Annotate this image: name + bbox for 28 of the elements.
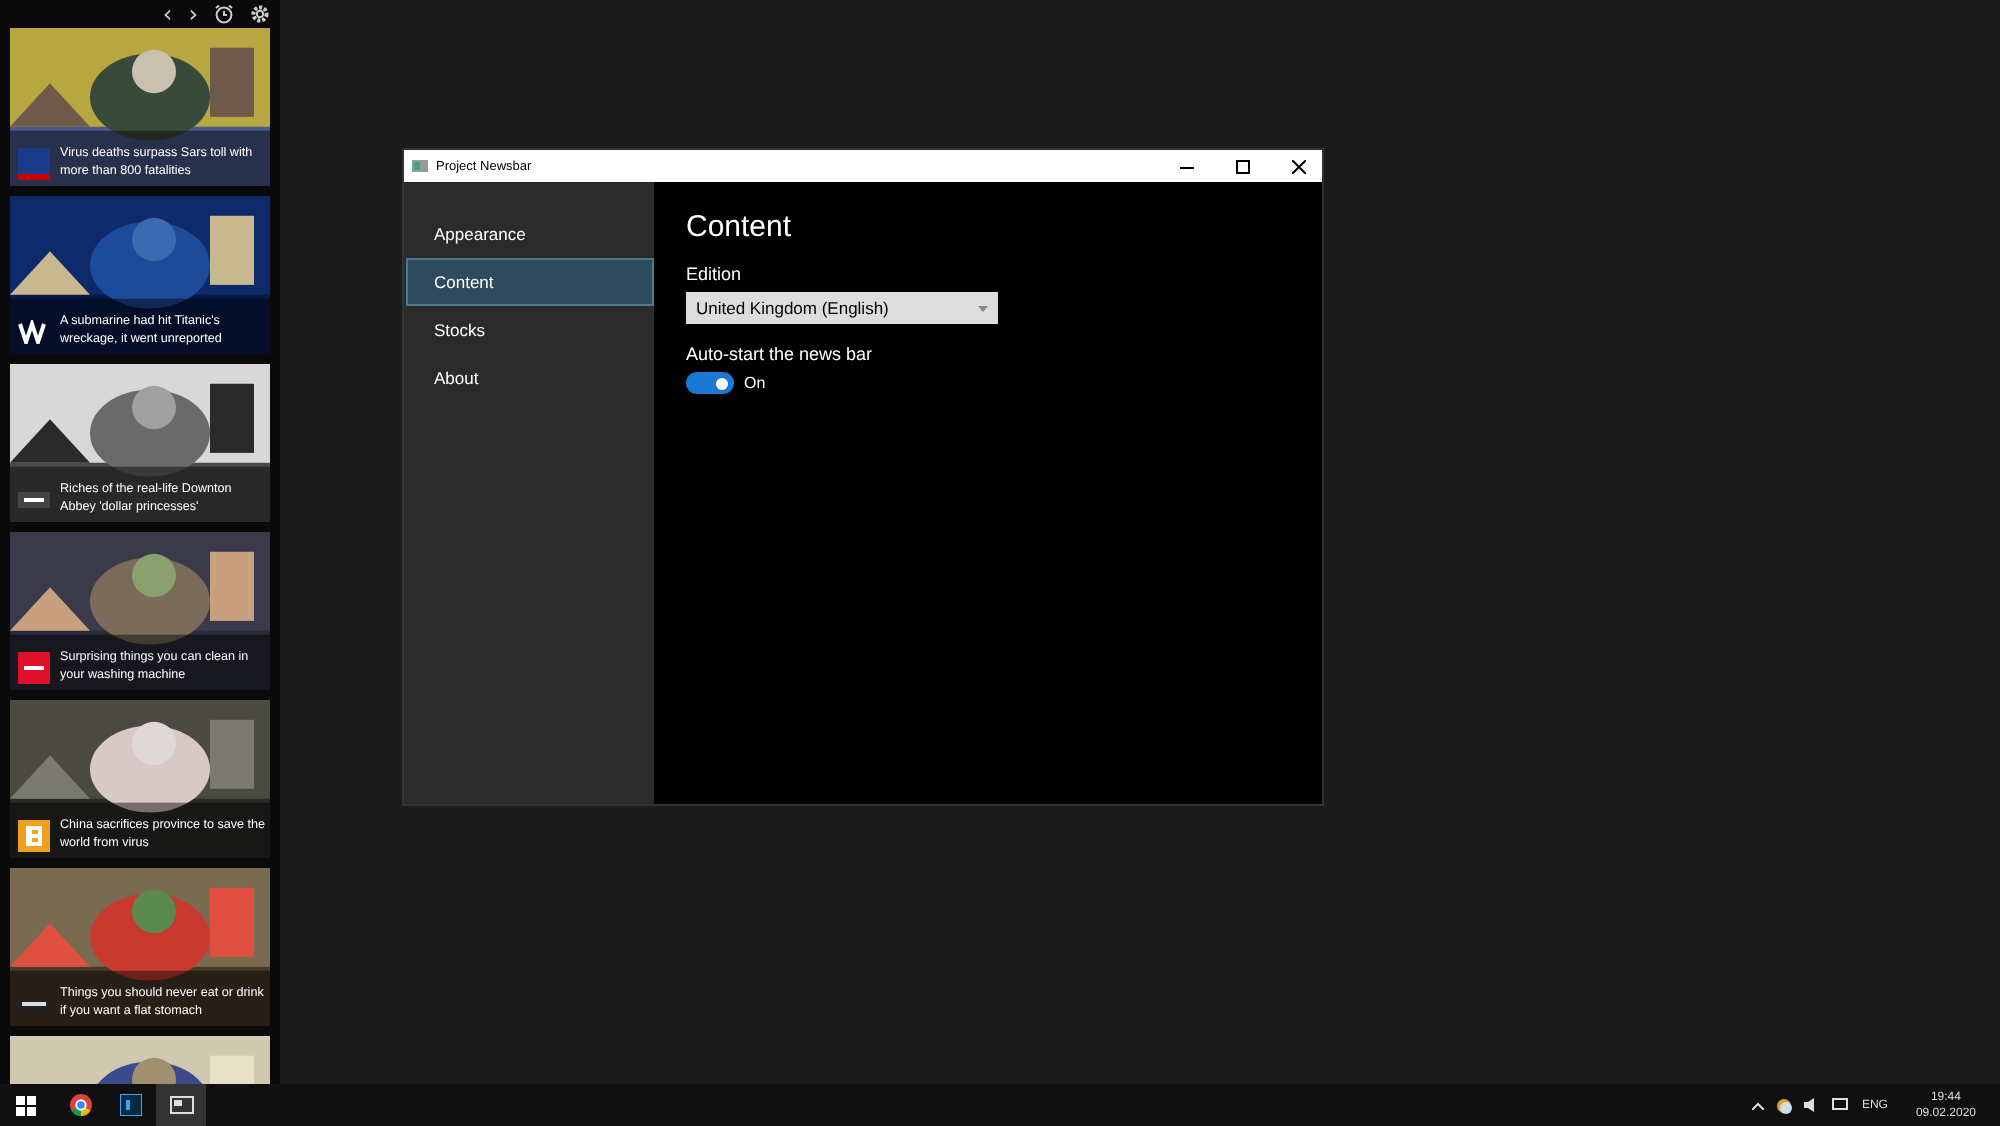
nav-item[interactable]: Appearance <box>406 210 654 258</box>
news-logo-icon <box>18 651 50 683</box>
page-heading: Content <box>686 210 794 244</box>
chevron-up-icon[interactable] <box>1751 1101 1764 1109</box>
news-app-icon[interactable] <box>156 1084 206 1126</box>
toggle-switch[interactable] <box>686 372 734 394</box>
news-logo-icon <box>18 147 50 179</box>
alarm-clock-icon[interactable] <box>214 4 234 24</box>
nav-item[interactable]: Content <box>406 258 654 306</box>
network-icon[interactable] <box>1831 1098 1850 1112</box>
app-icon <box>412 160 428 172</box>
news-logo-icon <box>18 819 50 851</box>
toggle-state: On <box>744 374 766 392</box>
previous-button[interactable]: ‹ <box>162 0 173 28</box>
chevron-icon <box>978 305 988 311</box>
volume-icon[interactable] <box>1803 1098 1820 1112</box>
weather-icon[interactable] <box>1775 1097 1792 1113</box>
nav-item[interactable]: About <box>406 354 654 402</box>
maximize-icon <box>1235 159 1249 173</box>
windows-logo-icon <box>15 1095 35 1115</box>
close-icon <box>1291 159 1305 173</box>
edition-dropdown[interactable]: United Kingdom (English) <box>686 292 998 324</box>
settings-icon[interactable] <box>250 4 270 24</box>
field-label: Edition <box>686 264 744 284</box>
toggle-label: Auto-start the news bar <box>686 344 875 364</box>
nav-item[interactable]: Stocks <box>406 306 654 354</box>
next-button[interactable]: › <box>188 0 198 28</box>
news-logo-icon <box>18 319 50 343</box>
